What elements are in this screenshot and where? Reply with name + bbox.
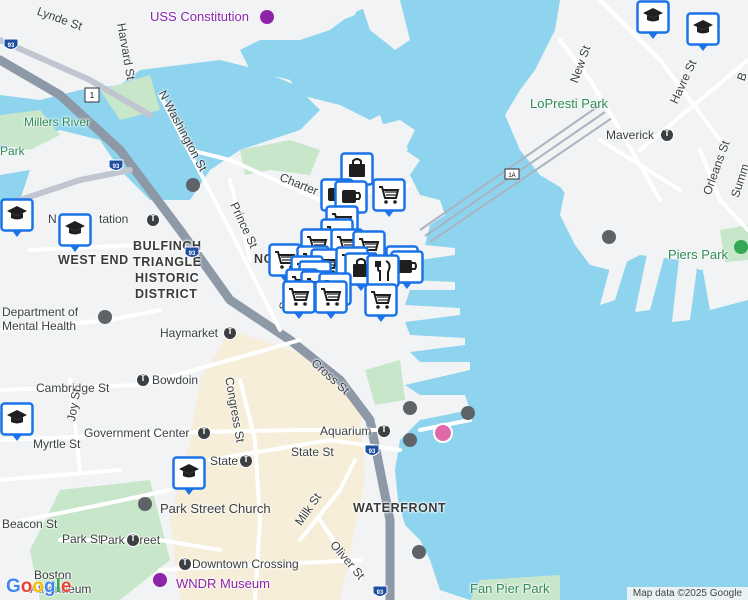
maverick-transit-icon[interactable] bbox=[660, 128, 674, 142]
school-marker-icon[interactable] bbox=[0, 402, 34, 442]
school-marker-icon[interactable] bbox=[0, 198, 34, 238]
millers-river-label: Millers River bbox=[24, 115, 90, 129]
svg-text:93: 93 bbox=[369, 449, 376, 455]
svg-text:1A: 1A bbox=[508, 173, 515, 179]
bulfinch-label-3: HISTORIC bbox=[135, 271, 200, 285]
school-marker-icon[interactable] bbox=[172, 456, 206, 496]
west-end-label: WEST END bbox=[58, 253, 129, 267]
aquarium-icon[interactable] bbox=[433, 423, 453, 443]
museum-icon[interactable] bbox=[260, 10, 274, 24]
bulfinch-label-4: DISTRICT bbox=[135, 287, 198, 301]
landmark-icon[interactable] bbox=[403, 401, 417, 415]
museum-icon[interactable] bbox=[153, 573, 167, 587]
svg-text:93: 93 bbox=[113, 164, 120, 170]
svg-text:93: 93 bbox=[8, 43, 15, 49]
shopping-cart-marker-icon[interactable] bbox=[314, 280, 348, 320]
school-marker-icon[interactable] bbox=[58, 213, 92, 253]
maverick-label[interactable]: Maverick bbox=[606, 128, 654, 142]
i93-shield-icon: 93 bbox=[3, 38, 19, 50]
google-logo: Google bbox=[6, 576, 72, 597]
bowdoin-label[interactable]: Bowdoin bbox=[152, 373, 198, 387]
svg-text:93: 93 bbox=[377, 590, 384, 596]
landmark-icon[interactable] bbox=[98, 310, 112, 324]
government-center-label[interactable]: Government Center bbox=[84, 426, 189, 440]
haymarket-label[interactable]: Haymarket bbox=[160, 326, 218, 340]
park-street-church-label[interactable]: Park Street Church bbox=[160, 502, 271, 516]
state-st-label: State St bbox=[291, 445, 334, 459]
landmark-icon[interactable] bbox=[602, 230, 616, 244]
i93-shield-icon: 93 bbox=[364, 444, 380, 456]
route-1a-shield-icon: 1A bbox=[504, 168, 520, 180]
park-partial-label: Park bbox=[0, 144, 25, 158]
landmark-icon[interactable] bbox=[403, 433, 417, 447]
downtown-crossing-label[interactable]: Downtown Crossing bbox=[192, 557, 299, 571]
park-st-label: Park St bbox=[62, 532, 102, 546]
state-station-label[interactable]: State bbox=[210, 454, 238, 468]
map-attribution[interactable]: Map data ©2025 Google bbox=[626, 587, 748, 600]
svg-text:93: 93 bbox=[189, 251, 196, 257]
map-canvas[interactable]: WEST END BULFINCH TRIANGLE HISTORIC DIST… bbox=[0, 0, 748, 600]
dept-mental-health-label-1: Department of bbox=[2, 305, 79, 319]
svg-text:1: 1 bbox=[90, 91, 95, 100]
park-street-transit-icon[interactable] bbox=[126, 533, 140, 547]
aquarium-transit-icon[interactable] bbox=[377, 424, 391, 438]
waterfront-label: WATERFRONT bbox=[353, 501, 447, 515]
bowdoin-transit-icon[interactable] bbox=[136, 373, 150, 387]
north-station-transit-icon[interactable] bbox=[146, 213, 160, 227]
shopping-cart-marker-icon[interactable] bbox=[372, 178, 406, 218]
landmark-icon[interactable] bbox=[461, 406, 475, 420]
fan-pier-park-label[interactable]: Fan Pier Park bbox=[470, 582, 549, 596]
beacon-st-label: Beacon St bbox=[2, 517, 58, 531]
downtown-crossing-transit-icon[interactable] bbox=[178, 557, 192, 571]
i93-shield-icon: 93 bbox=[184, 246, 200, 258]
school-marker-icon[interactable] bbox=[686, 12, 720, 52]
park-icon[interactable] bbox=[734, 240, 748, 254]
uss-constitution-label[interactable]: USS Constitution bbox=[150, 10, 249, 24]
landmark-icon[interactable] bbox=[186, 178, 200, 192]
government-center-transit-icon[interactable] bbox=[197, 426, 211, 440]
route-1-shield-icon: 1 bbox=[84, 87, 100, 103]
myrtle-st-label: Myrtle St bbox=[33, 437, 81, 451]
shopping-cart-marker-icon[interactable] bbox=[364, 283, 398, 323]
shopping-cart-marker-icon[interactable] bbox=[282, 280, 316, 320]
landmark-icon[interactable] bbox=[412, 545, 426, 559]
lopresti-park-label[interactable]: LoPresti Park bbox=[530, 97, 608, 111]
aquarium-label[interactable]: Aquarium bbox=[320, 424, 371, 438]
wndr-museum-label[interactable]: WNDR Museum bbox=[176, 577, 270, 591]
i93-shield-icon: 93 bbox=[372, 585, 388, 597]
state-transit-icon[interactable] bbox=[239, 454, 253, 468]
i93-shield-icon: 93 bbox=[108, 159, 124, 171]
north-station-label-2: tation bbox=[99, 212, 129, 226]
church-icon[interactable] bbox=[138, 497, 152, 511]
piers-park-label[interactable]: Piers Park bbox=[668, 248, 728, 262]
dept-mental-health-label-2: Mental Health bbox=[2, 319, 77, 333]
north-station-label-1: N bbox=[48, 212, 57, 226]
school-marker-icon[interactable] bbox=[636, 0, 670, 40]
haymarket-transit-icon[interactable] bbox=[223, 326, 237, 340]
